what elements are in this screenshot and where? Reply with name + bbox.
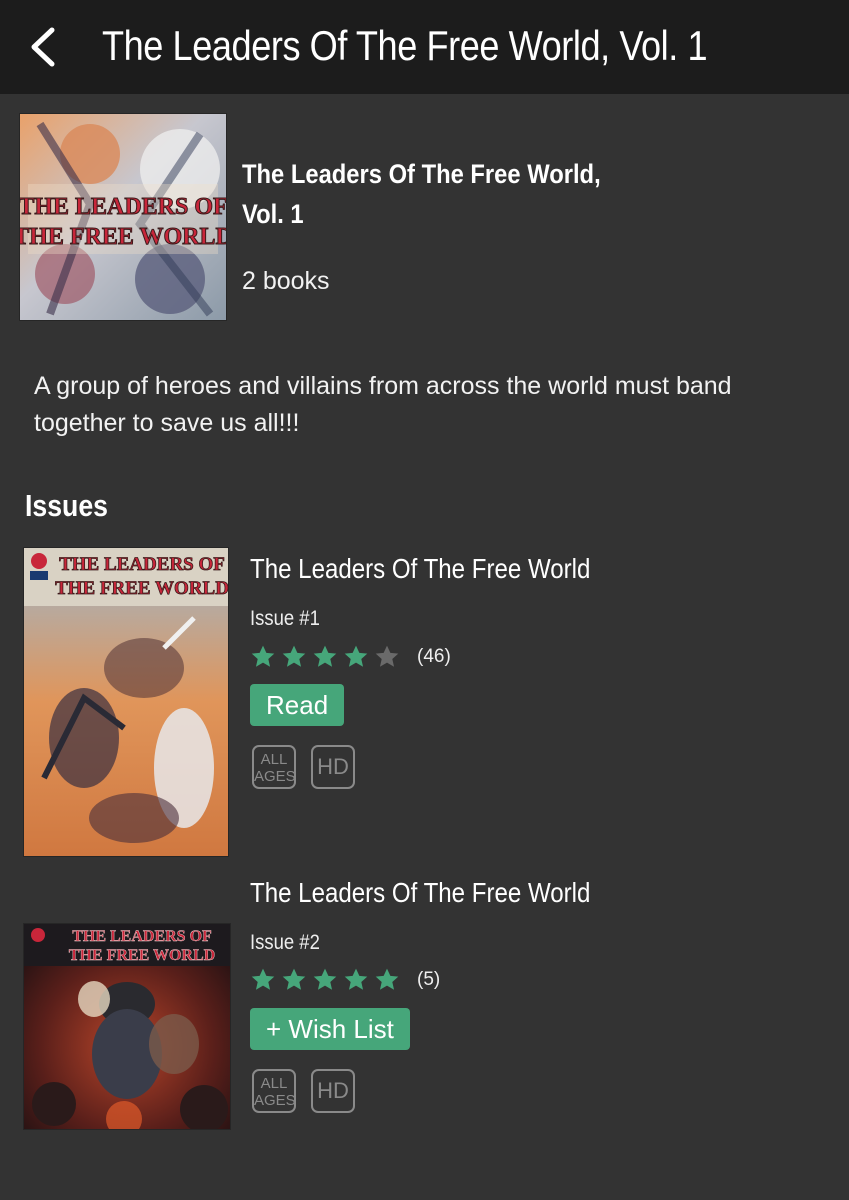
svg-text:THE LEADERS OF: THE LEADERS OF xyxy=(72,928,212,945)
top-bar: The Leaders Of The Free World, Vol. 1 xyxy=(0,0,849,94)
svg-text:THE LEADERS OF: THE LEADERS OF xyxy=(20,194,226,220)
series-cover-image: THE LEADERS OF THE FREE WORLD xyxy=(20,114,226,320)
svg-text:THE FREE WORLD: THE FREE WORLD xyxy=(69,947,215,964)
star-icon xyxy=(374,644,400,670)
book-count: 2 books xyxy=(242,267,330,295)
rating-count: (46) xyxy=(417,646,451,667)
badge-line: ALL xyxy=(260,1075,288,1092)
badge-line: AGES xyxy=(254,768,296,785)
star-icon xyxy=(250,967,276,993)
badge-line: ALL xyxy=(260,751,288,768)
star-icon xyxy=(374,967,400,993)
wish-list-button[interactable]: + Wish List xyxy=(250,1008,410,1050)
issues-heading: Issues xyxy=(25,488,109,523)
series-title: The Leaders Of The Free World, Vol. 1 xyxy=(242,159,601,229)
star-icon xyxy=(281,967,307,993)
page-title: The Leaders Of The Free World, Vol. 1 xyxy=(102,22,708,69)
all-ages-badge: ALL AGES xyxy=(252,1069,296,1113)
badge-line: AGES xyxy=(254,1092,296,1109)
star-icon xyxy=(281,644,307,670)
issue-cover-image[interactable]: THE LEADERS OF THE FREE WORLD xyxy=(24,548,228,856)
hd-badge: HD xyxy=(311,1069,355,1113)
svg-text:THE LEADERS OF: THE LEADERS OF xyxy=(59,554,225,575)
issue-number: Issue #1 xyxy=(250,607,320,630)
read-button[interactable]: Read xyxy=(250,684,345,726)
star-icon xyxy=(343,644,369,670)
series-description: A group of heroes and villains from acro… xyxy=(34,372,732,437)
issue-cover-image[interactable]: THE LEADERS OF THE FREE WORLD xyxy=(24,924,230,1129)
all-ages-badge: ALL AGES xyxy=(252,745,296,789)
star-icon xyxy=(312,644,338,670)
back-button[interactable] xyxy=(22,22,66,72)
star-icon xyxy=(250,644,276,670)
rating-count: (5) xyxy=(417,969,441,990)
hd-badge: HD xyxy=(311,745,355,789)
star-rating: (5) xyxy=(250,967,440,993)
svg-text:THE FREE WORLD: THE FREE WORLD xyxy=(20,224,226,250)
issue-number: Issue #2 xyxy=(250,931,320,954)
star-rating: (46) xyxy=(250,644,451,670)
star-icon xyxy=(343,967,369,993)
issue-title[interactable]: The Leaders Of The Free World xyxy=(250,551,590,587)
star-icon xyxy=(312,967,338,993)
svg-text:THE FREE WORLD: THE FREE WORLD xyxy=(55,578,228,599)
chevron-left-icon xyxy=(31,27,55,67)
issue-title[interactable]: The Leaders Of The Free World xyxy=(250,875,590,911)
